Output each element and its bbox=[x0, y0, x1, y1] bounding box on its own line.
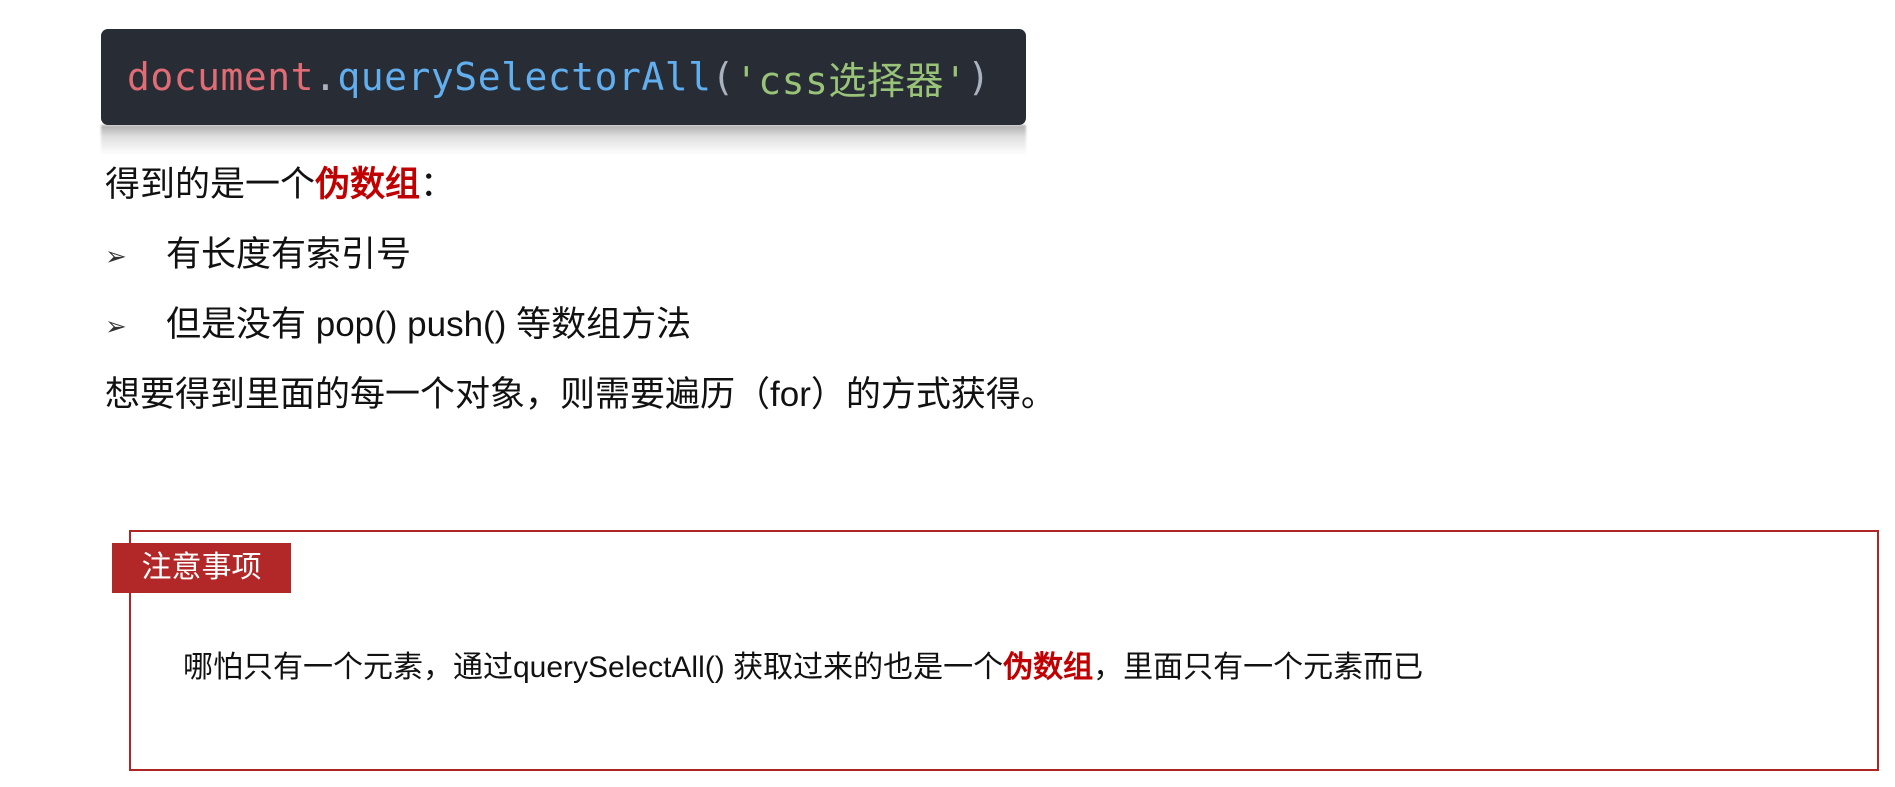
intro-suffix: ： bbox=[420, 165, 456, 204]
code-argument: 'css选择器' bbox=[734, 58, 968, 103]
notice-prefix: 哪怕只有一个元素，通过querySelectAll() 获取过来的也是一个 bbox=[183, 651, 1004, 684]
bullet-arrow-icon: ➢ bbox=[105, 311, 127, 341]
notice-highlight: 伪数组 bbox=[1003, 651, 1094, 684]
notice-text: 哪怕只有一个元素，通过querySelectAll() 获取过来的也是一个伪数组… bbox=[183, 648, 1423, 688]
conclusion-line: 想要得到里面的每一个对象，则需要遍历（for）的方式获得。 bbox=[105, 375, 1056, 414]
code-shadow bbox=[101, 125, 1026, 155]
intro-line: 得到的是一个伪数组： bbox=[105, 163, 455, 207]
intro-prefix: 得到的是一个 bbox=[105, 165, 316, 204]
bullet-arrow-icon: ➢ bbox=[105, 241, 127, 271]
code-dot: . bbox=[314, 55, 338, 99]
code-block: document. querySelectorAll('css选择器') bbox=[101, 29, 1026, 125]
code-snippet: document. querySelectorAll('css选择器') bbox=[101, 29, 1026, 155]
code-close-paren: ) bbox=[967, 55, 991, 99]
notice-suffix: ，里面只有一个元素而已 bbox=[1093, 651, 1424, 684]
code-method: querySelectorAll bbox=[337, 55, 712, 99]
code-open-paren: ( bbox=[711, 55, 735, 99]
bullet-item: 有长度有索引号 bbox=[166, 235, 412, 274]
bullet-item: 但是没有 pop() push() 等数组方法 bbox=[166, 305, 692, 344]
code-object: document bbox=[127, 55, 315, 99]
notice-title: 注意事项 bbox=[112, 543, 291, 593]
intro-highlight: 伪数组 bbox=[315, 165, 421, 204]
